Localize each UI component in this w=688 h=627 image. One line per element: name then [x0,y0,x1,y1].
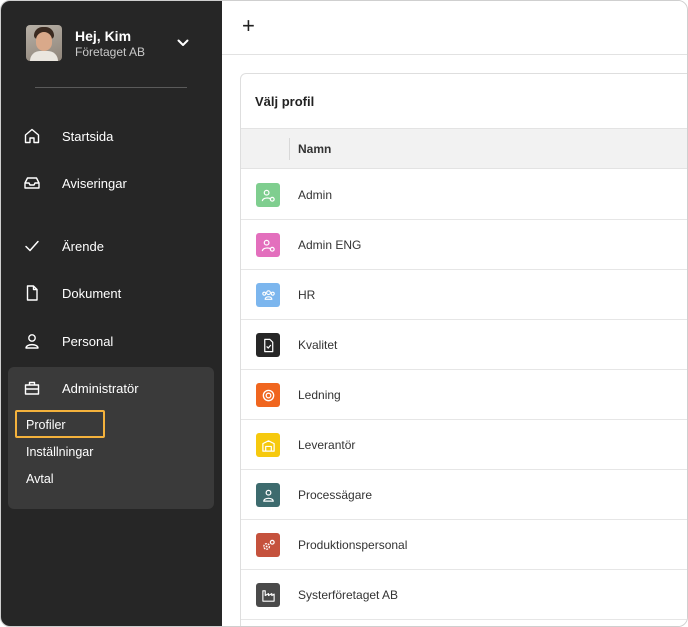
subnav-item-installningar[interactable]: Inställningar [26,445,93,459]
warehouse-icon [256,433,280,457]
gears-icon [256,533,280,557]
row-name: Ledning [298,388,341,402]
table-row[interactable]: Admin [241,170,687,220]
app-window: Hej, Kim Företaget AB Startsida Aviserin… [0,0,688,627]
row-name: Leverantör [298,438,356,452]
sidebar-item-label: Startsida [62,128,114,144]
user-gear-icon [256,183,280,207]
table-row[interactable]: Admin ENG [241,220,687,270]
sidebar-item-label: Ärende [62,238,104,254]
row-name: Systerföretaget AB [298,588,399,602]
avatar [26,25,62,61]
sidebar-item-label: Aviseringar [62,175,127,191]
inbox-icon [24,177,40,189]
user-gear-icon [256,233,280,257]
briefcase-icon [24,381,40,395]
factory-icon [256,583,280,607]
user-menu[interactable]: Hej, Kim Företaget AB [26,25,196,61]
table-row[interactable]: Processägare [241,470,687,520]
row-name: Admin [298,188,333,202]
row-name: Processägare [298,488,373,502]
sidebar-item-arende[interactable]: Ärende [23,234,208,258]
table-row[interactable]: HR [241,270,687,320]
topbar: + [222,1,687,55]
sidebar: Hej, Kim Företaget AB Startsida Aviserin… [1,1,222,626]
person-icon [25,334,39,349]
sidebar-item-personal[interactable]: Personal [23,329,208,353]
sidebar-item-aviseringar[interactable]: Aviseringar [23,171,208,195]
table-header: Namn [241,128,687,169]
users-icon [256,283,280,307]
sidebar-item-label: Personal [62,333,114,349]
user-company: Företaget AB [75,45,146,59]
document-check-icon [256,333,280,357]
row-name: Kvalitet [298,338,338,352]
add-button[interactable]: + [242,15,255,37]
person-icon [256,483,280,507]
lifebuoy-icon [256,383,280,407]
row-name: Admin ENG [298,238,362,252]
column-header-name[interactable]: Namn [298,142,331,156]
subnav-item-profiler[interactable]: Profiler [26,418,66,432]
row-name: HR [298,288,316,302]
table-row[interactable]: Ledning [241,370,687,420]
table-row[interactable]: Produktionspersonal [241,520,687,570]
profile-panel: Välj profil Namn Admin Admin ENG HR Kval… [240,73,687,626]
row-name: Produktionspersonal [298,538,408,552]
table-row[interactable]: Leverantör [241,420,687,470]
document-icon [26,285,38,301]
home-icon [24,128,40,144]
subnav-item-avtal[interactable]: Avtal [26,472,54,486]
table-row[interactable]: Kvalitet [241,320,687,370]
sidebar-item-startsida[interactable]: Startsida [23,124,208,148]
user-greeting: Hej, Kim [75,28,132,44]
sidebar-item-label: Dokument [62,285,122,301]
chevron-down-icon[interactable] [177,39,189,47]
sidebar-item-dokument[interactable]: Dokument [23,281,208,305]
panel-title: Välj profil [255,94,315,109]
sidebar-item-label: Administratör [62,380,139,396]
table-row[interactable]: Systerföretaget AB [241,570,687,620]
sidebar-divider [35,87,187,88]
check-icon [25,240,39,252]
sidebar-item-administrator[interactable]: Administratör [23,376,208,400]
